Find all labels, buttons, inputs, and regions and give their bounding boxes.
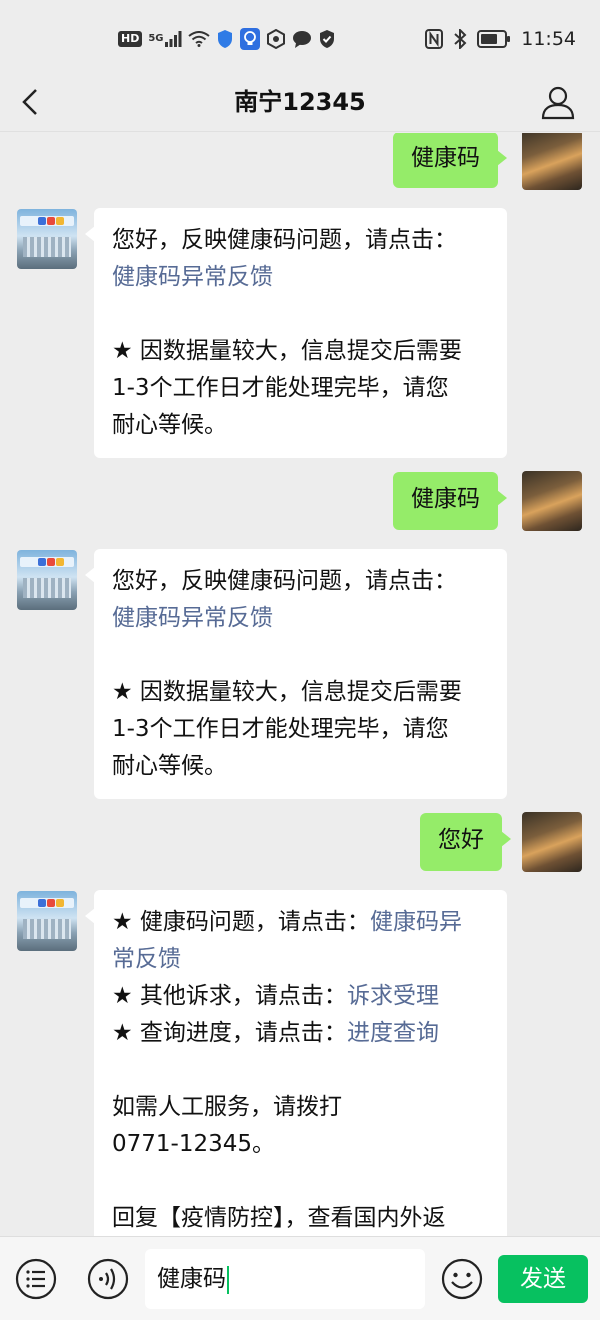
nfc-icon <box>425 29 444 49</box>
user-avatar[interactable] <box>522 471 582 531</box>
bot-message-bubble[interactable]: ★ 健康码问题，请点击：健康码异 常反馈 ★ 其他诉求，请点击：诉求受理 ★ 查… <box>85 890 507 1236</box>
message-input-value: 健康码 <box>157 1266 226 1292</box>
user-message-text: 健康码 <box>411 145 480 171</box>
chat-title: 南宁12345 <box>234 88 366 116</box>
message-text: 您好，反映健康码问题，请点击： <box>112 568 457 594</box>
message-text: 耐心等候。 <box>112 753 227 779</box>
message-text: 如需人工服务，请拨打 <box>112 1094 342 1120</box>
message-text: 您好，反映健康码问题，请点击： <box>112 227 457 253</box>
menu-item-other: ★ 其他诉求，请点击：诉求受理 <box>112 978 489 1015</box>
send-button[interactable]: 发送 <box>498 1255 588 1303</box>
status-left: HD 5G <box>118 24 336 54</box>
profile-icon[interactable] <box>538 82 578 122</box>
voice-icon[interactable] <box>86 1257 130 1301</box>
avatar-banner <box>20 898 74 908</box>
request-link[interactable]: 诉求受理 <box>347 983 439 1009</box>
feedback-link[interactable]: 健康码异常反馈 <box>112 259 489 296</box>
avatar-building <box>23 237 71 257</box>
message-text: ★ 因数据量较大，信息提交后需要 <box>112 338 462 364</box>
message-text: ★ 因数据量较大，信息提交后需要 <box>112 679 462 705</box>
message-text: 1-3个工作日才能处理完毕，请您 <box>112 375 449 401</box>
avatar-banner <box>20 216 74 226</box>
status-bar: HD 5G 11:54 <box>0 0 600 72</box>
chat-history[interactable]: 健康码 您好，反映健康码问题，请点击： 健康码异常反馈 ★ 因数据量较大，信息提… <box>0 133 600 1236</box>
message-text: 回复【疫情防控】，查看国内外返 <box>112 1205 446 1231</box>
emoji-icon[interactable] <box>440 1257 484 1301</box>
health-code-link-cont[interactable]: 常反馈 <box>112 941 489 978</box>
bot-avatar[interactable] <box>17 209 77 269</box>
nav-bar: 南宁12345 <box>0 72 600 132</box>
bluetooth-icon <box>453 29 467 49</box>
avatar-building <box>23 578 71 598</box>
message-text: ★ 查询进度，请点击： <box>112 1020 347 1046</box>
bot-message-bubble[interactable]: 您好，反映健康码问题，请点击： 健康码异常反馈 ★ 因数据量较大，信息提交后需要… <box>85 208 507 458</box>
avatar-banner <box>20 557 74 567</box>
progress-link[interactable]: 进度查询 <box>347 1020 439 1046</box>
bulb-icon <box>239 28 260 50</box>
user-message-text: 您好 <box>438 827 484 853</box>
user-avatar[interactable] <box>522 812 582 872</box>
user-message-bubble[interactable]: 您好 <box>420 813 511 871</box>
wifi-icon <box>187 31 210 47</box>
message-text: ★ 健康码问题，请点击： <box>112 909 370 935</box>
user-avatar[interactable] <box>522 133 582 190</box>
menu-item-progress: ★ 查询进度，请点击：进度查询 <box>112 1015 489 1052</box>
hd-badge: HD <box>118 31 143 47</box>
message-input[interactable]: 健康码 <box>145 1249 425 1309</box>
user-message-text: 健康码 <box>411 486 480 512</box>
status-right: 11:54 <box>425 24 576 54</box>
user-message-bubble[interactable]: 健康码 <box>393 472 507 530</box>
bot-avatar[interactable] <box>17 891 77 951</box>
bot-message-bubble[interactable]: 您好，反映健康码问题，请点击： 健康码异常反馈 ★ 因数据量较大，信息提交后需要… <box>85 549 507 799</box>
network-type-label: 5G <box>148 33 164 44</box>
shield-icon <box>216 29 234 49</box>
menu-list-icon[interactable] <box>14 1257 58 1301</box>
message-text: 1-3个工作日才能处理完毕，请您 <box>112 716 449 742</box>
phone-number: 0771-12345。 <box>112 1131 275 1157</box>
check-shield-icon <box>318 29 336 49</box>
signal-icon: 5G <box>148 31 182 47</box>
menu-item-health-code: ★ 健康码问题，请点击：健康码异 <box>112 904 489 941</box>
chat-icon <box>292 30 312 48</box>
text-caret <box>227 1265 229 1294</box>
message-text: 耐心等候。 <box>112 412 227 438</box>
bot-avatar[interactable] <box>17 550 77 610</box>
battery-icon <box>477 30 511 48</box>
avatar-building <box>23 919 71 939</box>
status-time: 11:54 <box>521 28 576 50</box>
hexagon-icon <box>266 29 286 49</box>
user-message-bubble[interactable]: 健康码 <box>393 133 507 188</box>
health-code-link[interactable]: 健康码异 <box>370 909 462 935</box>
feedback-link[interactable]: 健康码异常反馈 <box>112 600 489 637</box>
message-text: ★ 其他诉求，请点击： <box>112 983 347 1009</box>
input-bar: 健康码 发送 <box>0 1236 600 1320</box>
